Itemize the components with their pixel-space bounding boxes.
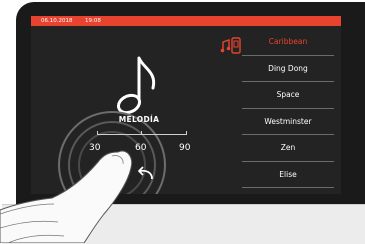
melody-item-space[interactable]: Space	[242, 82, 334, 109]
device-stand	[2, 204, 365, 244]
melody-item-ding-dong[interactable]: Ding Dong	[242, 56, 334, 82]
melody-list: Caribbean Ding Dong Space Westminster Ze…	[242, 29, 334, 188]
scale-tick	[97, 131, 98, 135]
scale-tick	[186, 131, 187, 135]
melody-phone-icon	[220, 37, 241, 54]
back-arrow-icon[interactable]	[134, 165, 156, 183]
touch-ring-inner	[78, 131, 146, 194]
melody-item-westminster[interactable]: Westminster	[242, 109, 334, 135]
status-date: 06.10.2018	[41, 18, 73, 24]
scale-tick	[141, 131, 142, 135]
scale-option-60[interactable]: 60	[135, 143, 146, 153]
scale-option-30[interactable]: 30	[89, 143, 100, 153]
melody-item-zen[interactable]: Zen	[242, 135, 334, 162]
scale-option-90[interactable]: 90	[179, 143, 190, 153]
screen: 06.10.2018 19:08 MELODÍA 30 60 90 Caribb…	[31, 16, 341, 194]
status-bar: 06.10.2018 19:08	[31, 16, 341, 26]
duration-scale[interactable]	[97, 134, 187, 135]
melody-title: MELODÍA	[118, 115, 160, 124]
status-time: 19:08	[85, 18, 101, 24]
melody-item-elise[interactable]: Elise	[242, 162, 334, 188]
melody-item-caribbean[interactable]: Caribbean	[242, 29, 334, 56]
